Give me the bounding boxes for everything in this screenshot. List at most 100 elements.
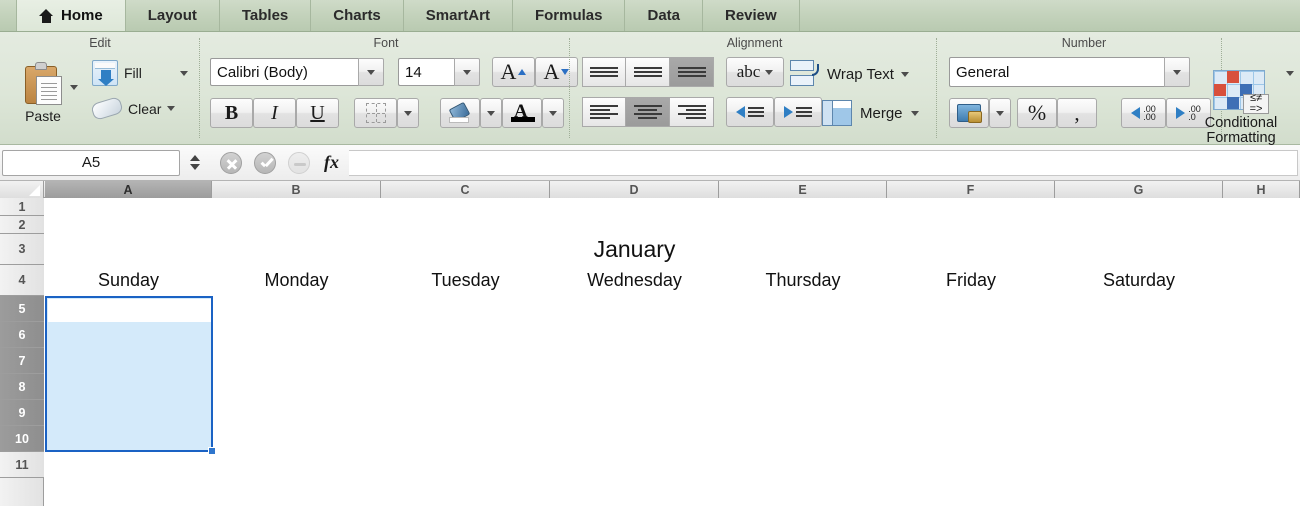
wrap-text-chevron-down-icon[interactable]: [900, 71, 909, 77]
percent-style-button[interactable]: %: [1017, 98, 1057, 128]
fill-handle[interactable]: [208, 447, 216, 455]
column-header-g[interactable]: G: [1055, 181, 1223, 198]
align-right-button[interactable]: [670, 97, 714, 127]
row-header-10[interactable]: 10: [0, 426, 44, 452]
borders-dropdown[interactable]: [397, 98, 419, 128]
day-header-tuesday[interactable]: Tuesday: [381, 265, 550, 296]
day-header-friday[interactable]: Friday: [887, 265, 1055, 296]
align-center-button[interactable]: [626, 97, 670, 127]
underline-label: U: [310, 101, 325, 124]
column-header-c[interactable]: C: [381, 181, 550, 198]
ribbon-tab-bar: Home Layout Tables Charts SmartArt Formu…: [0, 0, 1300, 32]
font-color-button[interactable]: A: [502, 98, 542, 128]
fill-color-button[interactable]: [440, 98, 480, 128]
increase-indent-button[interactable]: [774, 97, 822, 127]
tab-formulas[interactable]: Formulas: [513, 0, 626, 31]
fill-button[interactable]: Fill: [92, 60, 188, 86]
number-format-input[interactable]: General: [949, 57, 1164, 87]
tab-review[interactable]: Review: [703, 0, 800, 31]
row-header-7[interactable]: 7: [0, 348, 44, 374]
day-header-monday[interactable]: Monday: [212, 265, 381, 296]
grow-font-button[interactable]: A: [492, 57, 535, 87]
font-size-input[interactable]: 14: [398, 58, 454, 86]
number-format-control[interactable]: General: [949, 57, 1190, 87]
align-right-icon: [677, 105, 706, 119]
name-box[interactable]: A5: [2, 149, 180, 176]
tab-tables[interactable]: Tables: [220, 0, 312, 31]
italic-button[interactable]: I: [253, 98, 296, 128]
tab-charts[interactable]: Charts: [311, 0, 404, 31]
clear-chevron-down-icon[interactable]: [167, 106, 176, 111]
comma-style-button[interactable]: ,: [1057, 98, 1097, 128]
row-header-8[interactable]: 8: [0, 374, 44, 400]
row-header-2[interactable]: 2: [0, 216, 44, 234]
font-name-input[interactable]: Calibri (Body): [210, 58, 358, 86]
column-header-e[interactable]: E: [719, 181, 887, 198]
fill-chevron-down-icon[interactable]: [179, 70, 188, 76]
bold-button[interactable]: B: [210, 98, 253, 128]
confirm-icon[interactable]: [254, 151, 276, 174]
row-header-6[interactable]: 6: [0, 322, 44, 348]
increase-decimal-button[interactable]: .00.00: [1121, 98, 1166, 128]
active-cell-a5[interactable]: [47, 298, 211, 322]
font-color-dropdown[interactable]: [542, 98, 564, 128]
select-all-corner[interactable]: [0, 181, 44, 198]
align-bottom-button[interactable]: [670, 57, 714, 87]
column-header-f[interactable]: F: [887, 181, 1055, 198]
row-header-4[interactable]: 4: [0, 265, 44, 296]
excel-window: Home Layout Tables Charts SmartArt Formu…: [0, 0, 1300, 506]
font-size-control[interactable]: 14: [398, 58, 480, 86]
row-header-5[interactable]: 5: [0, 296, 44, 322]
fx-icon[interactable]: fx: [324, 152, 339, 173]
font-name-control[interactable]: Calibri (Body): [210, 58, 384, 86]
formula-builder-icon[interactable]: [288, 151, 310, 174]
orientation-label: abc: [736, 62, 761, 81]
column-header-b[interactable]: B: [212, 181, 381, 198]
row-header-1[interactable]: 1: [0, 198, 44, 216]
decrease-indent-button[interactable]: [726, 97, 774, 127]
conditional-formatting-dropdown[interactable]: [1286, 71, 1294, 94]
row-header-3[interactable]: 3: [0, 234, 44, 265]
align-middle-button[interactable]: [626, 57, 670, 87]
fill-color-dropdown[interactable]: [480, 98, 502, 128]
align-top-button[interactable]: [582, 57, 626, 87]
align-left-button[interactable]: [582, 97, 626, 127]
tab-home[interactable]: Home: [16, 0, 126, 31]
month-title-cell[interactable]: January: [550, 234, 719, 265]
name-box-spinner[interactable]: [184, 150, 206, 176]
orientation-button[interactable]: abc: [726, 57, 784, 87]
accounting-format-dropdown[interactable]: [989, 98, 1011, 128]
ribbon-group-alignment: Alignment abc Wrap Text Merge: [572, 32, 937, 145]
font-name-dropdown[interactable]: [358, 58, 384, 86]
conditional-formatting-button[interactable]: ≤≠ => Conditional Formatting: [1186, 70, 1296, 146]
column-header-a[interactable]: A: [45, 181, 212, 198]
day-header-saturday[interactable]: Saturday: [1055, 265, 1223, 296]
paste-button[interactable]: Paste: [12, 62, 74, 124]
fill-label: Fill: [124, 65, 142, 81]
day-header-wednesday[interactable]: Wednesday: [550, 265, 719, 296]
merge-button[interactable]: Merge: [822, 100, 919, 126]
tab-smartart[interactable]: SmartArt: [404, 0, 513, 31]
underline-button[interactable]: U: [296, 98, 339, 128]
column-header-d[interactable]: D: [550, 181, 719, 198]
borders-button[interactable]: [354, 98, 397, 128]
merge-label: Merge: [860, 104, 903, 122]
tab-layout[interactable]: Layout: [126, 0, 220, 31]
clear-label: Clear: [128, 100, 162, 117]
row-header-11[interactable]: 11: [0, 452, 44, 478]
row-header-9[interactable]: 9: [0, 400, 44, 426]
font-size-dropdown[interactable]: [454, 58, 480, 86]
column-header-h[interactable]: H: [1223, 181, 1300, 198]
tab-data[interactable]: Data: [625, 0, 703, 31]
align-bottom-icon: [677, 67, 706, 77]
wrap-text-button[interactable]: Wrap Text: [790, 60, 909, 88]
tab-charts-label: Charts: [333, 7, 381, 24]
formula-input[interactable]: [349, 149, 1298, 176]
clear-button[interactable]: Clear: [90, 95, 176, 122]
day-header-sunday[interactable]: Sunday: [45, 265, 212, 296]
accounting-format-button[interactable]: [949, 98, 989, 128]
day-header-thursday[interactable]: Thursday: [719, 265, 887, 296]
merge-chevron-down-icon[interactable]: [910, 110, 919, 116]
cancel-icon[interactable]: [220, 151, 242, 174]
paste-dropdown-arrow[interactable]: [70, 85, 78, 108]
